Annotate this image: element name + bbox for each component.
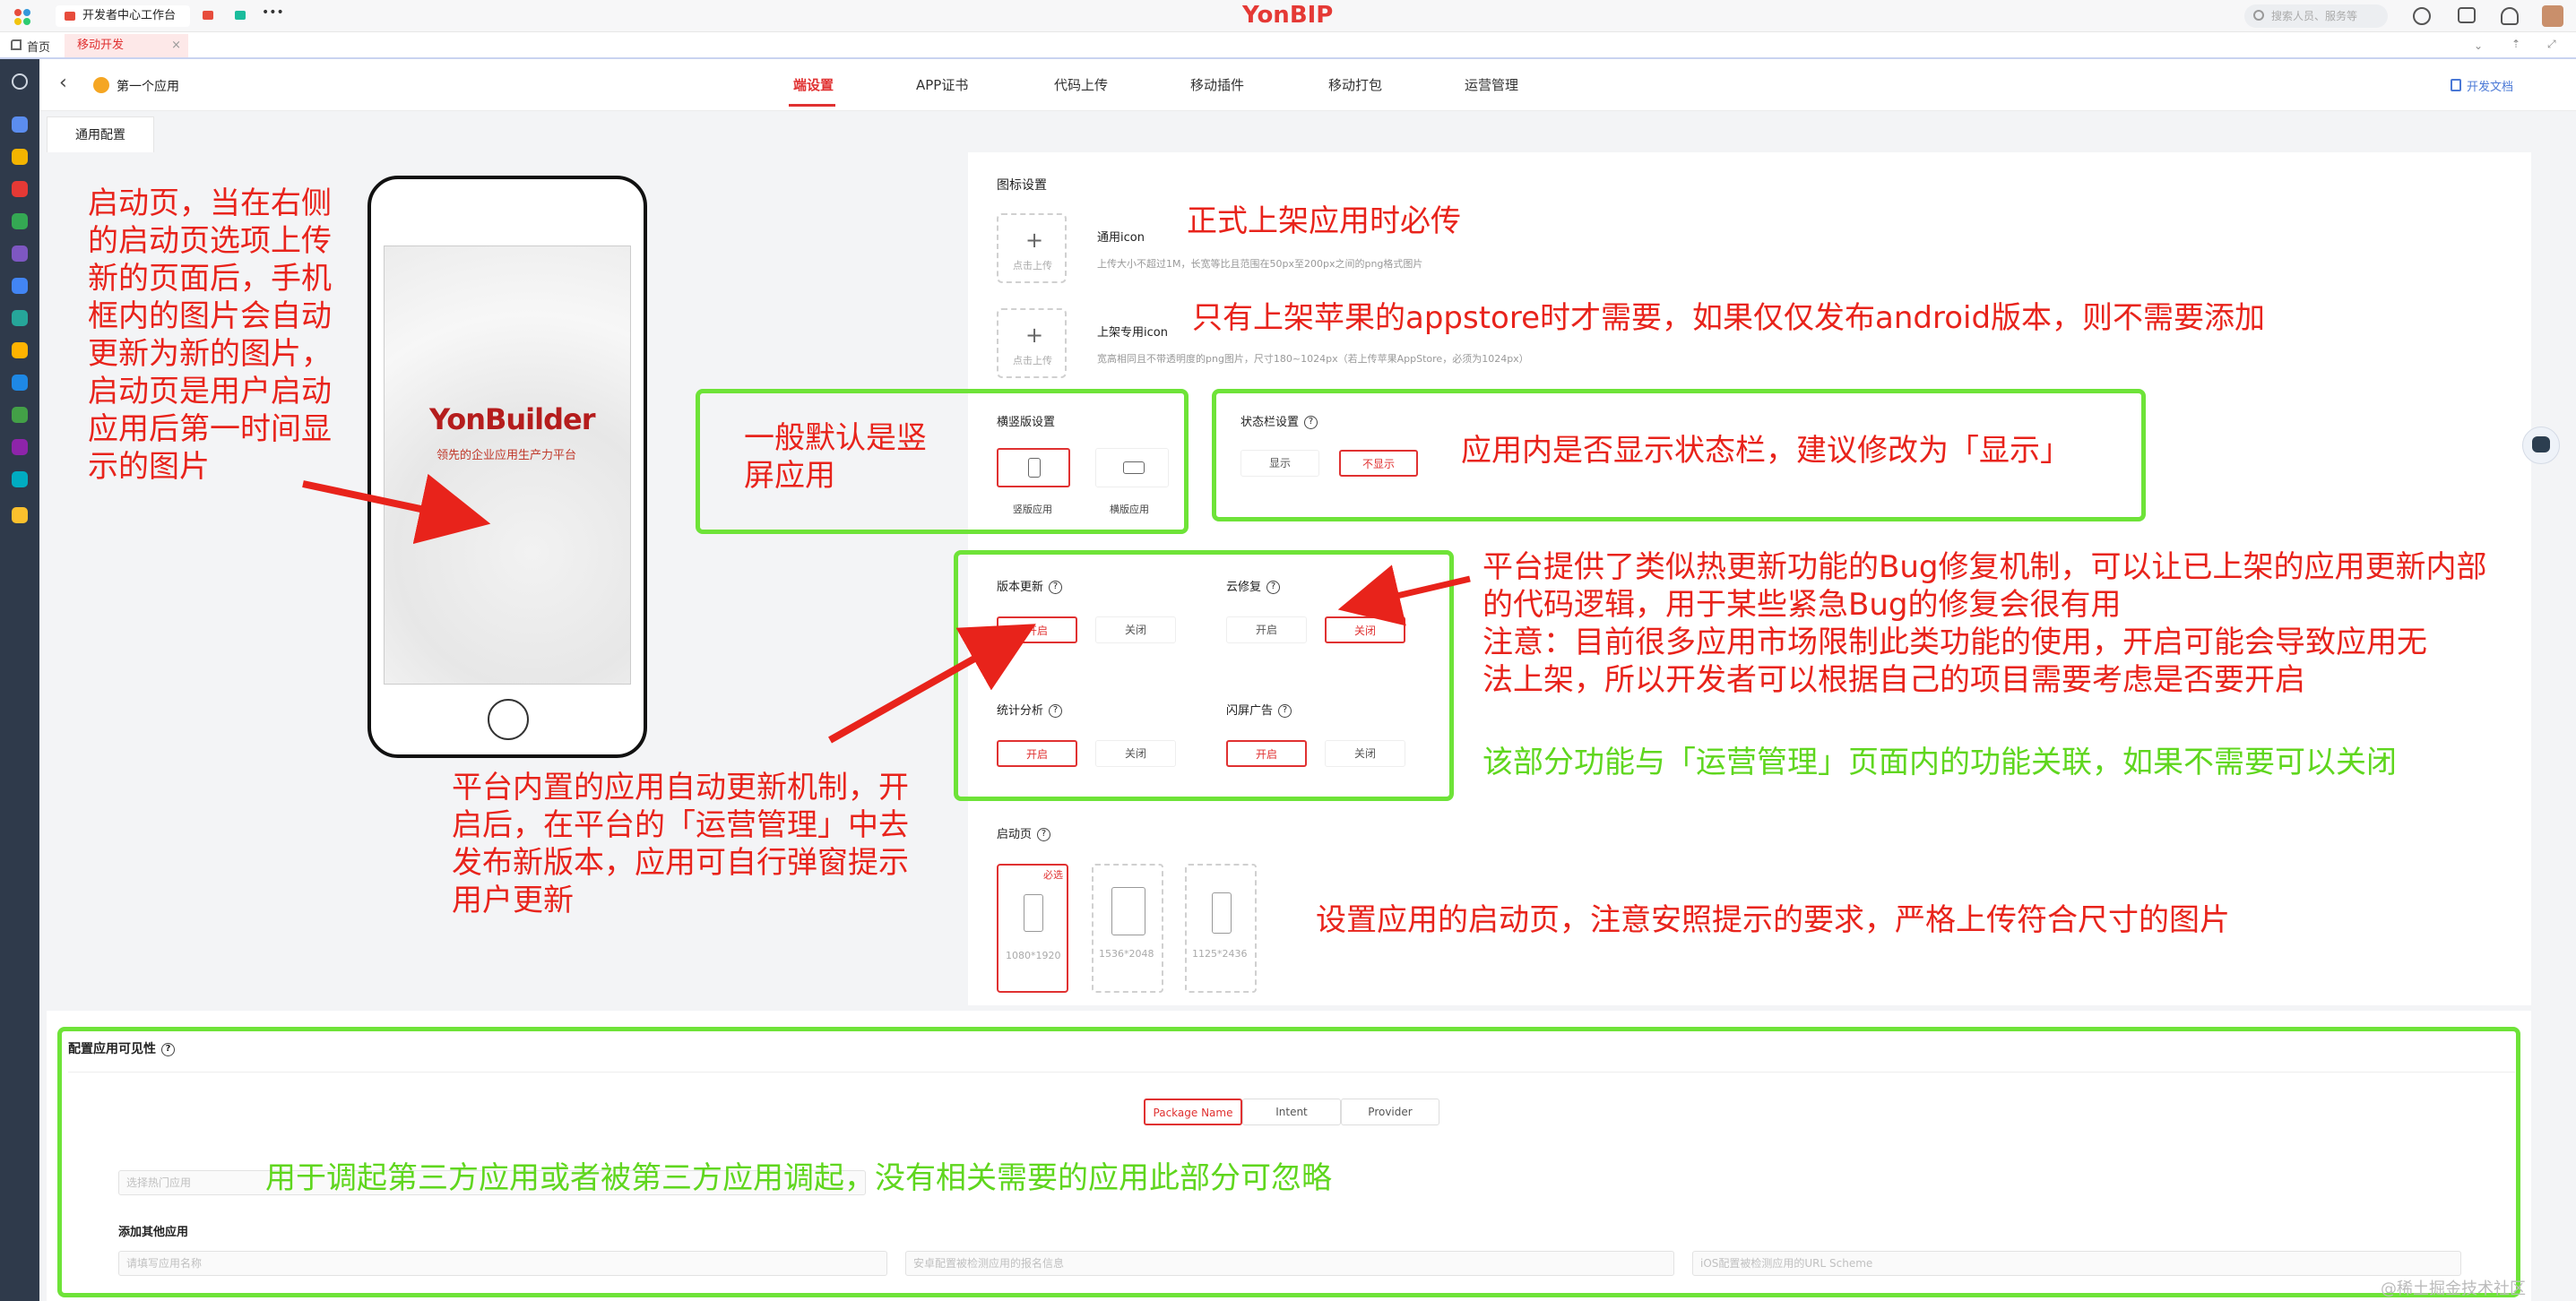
annotation-visibility: 用于调起第三方应用或者被第三方应用调起，没有相关需要的应用此部分可忽略	[265, 1160, 1332, 1196]
annotation-cloudfix-note: 注意：目前很多应用市场限制此类功能的使用，开启可能会导致应用无法上架，所以开发者…	[1482, 625, 2427, 698]
annotation-ops-note: 该部分功能与「运营管理」页面内的功能关联，如果不需要可以关闭	[1482, 745, 2397, 780]
annotation-cloudfix: 平台提供了类似热更新功能的Bug修复机制，可以让已上架的应用更新内部的代码逻辑，…	[1482, 549, 2487, 623]
annotation-launch-right: 设置应用的启动页，注意安照提示的要求，严格上传符合尺寸的图片	[1316, 902, 2230, 938]
annotation-statusbar: 应用内是否显示状态栏，建议修改为「显示」	[1461, 433, 2070, 469]
annotation-launch-left: 启动页，当在右侧的启动页选项上传新的页面后，手机框内的图片会自动更新为新的图片，…	[88, 185, 332, 485]
annotation-orientation: 一般默认是竖屏应用	[744, 420, 927, 494]
annotation-store-icon: 只有上架苹果的appstore时才需要，如果仅仅发布android版本，则不需要…	[1192, 300, 2266, 336]
arrow-to-phone	[302, 473, 491, 545]
annotation-auto-update: 平台内置的应用自动更新机制，开启后，在平台的「运营管理」中去发布新版本，应用可自…	[452, 770, 909, 918]
arrow-to-version-update	[828, 624, 1036, 744]
arrow-to-cloud-fix	[1337, 564, 1471, 626]
annotation-general-icon: 正式上架应用时必传	[1187, 203, 1461, 239]
watermark: @稀土掘金技术社区	[2381, 1279, 2526, 1298]
